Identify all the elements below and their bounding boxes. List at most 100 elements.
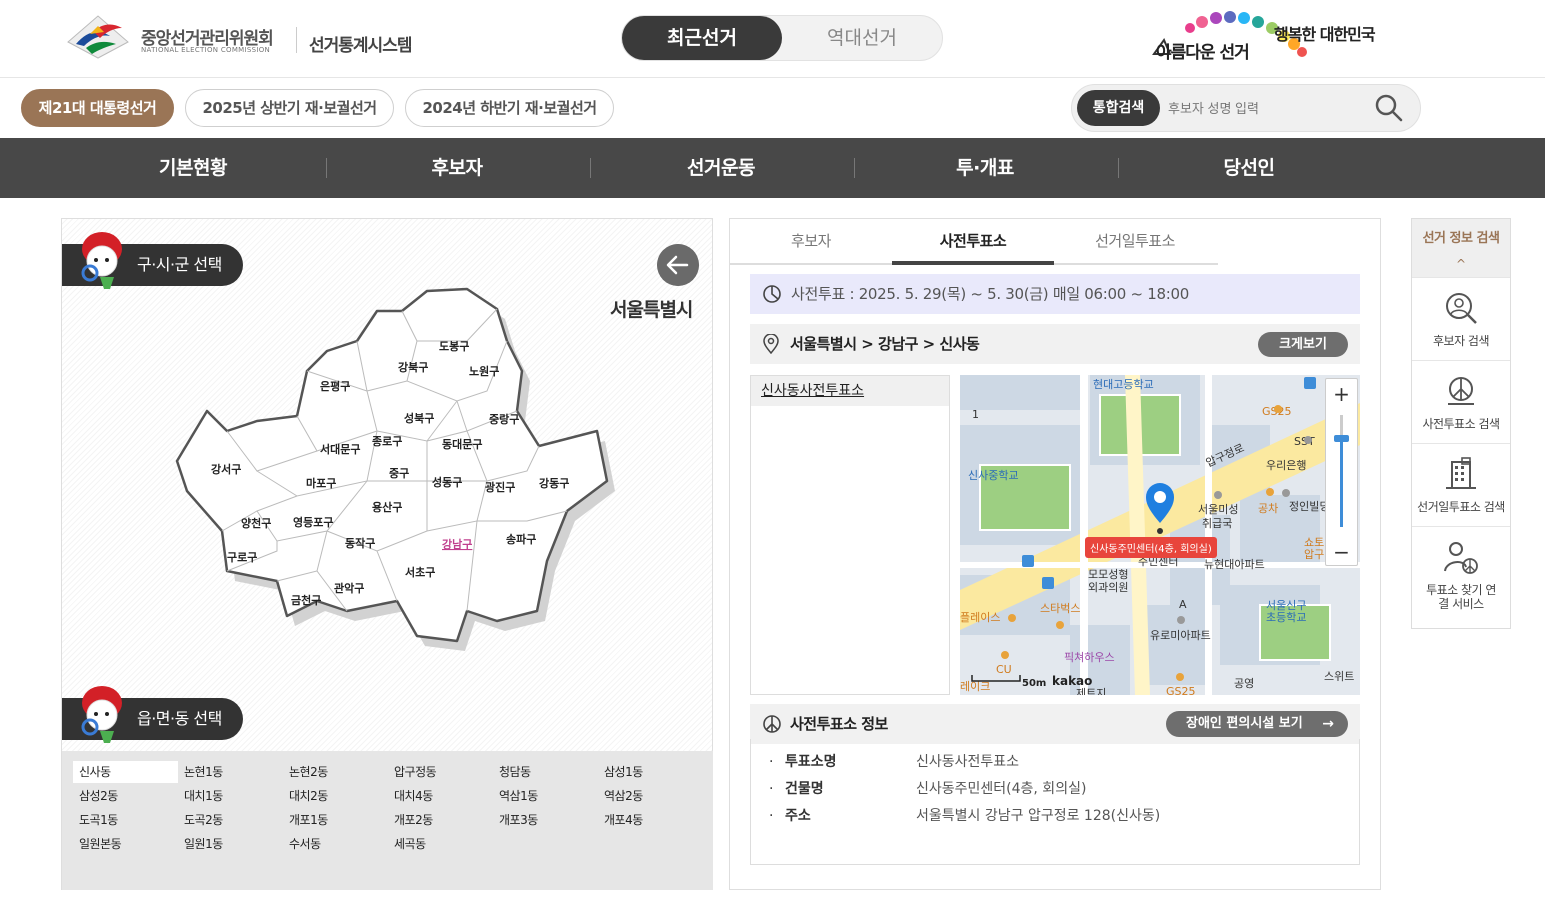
nav-candidates[interactable]: 후보자 [325,138,589,198]
district-gangdong[interactable]: 강동구 [539,476,569,490]
district-yongsan[interactable]: 용산구 [372,500,402,514]
dong-item[interactable]: 개포4동 [598,809,703,831]
polling-station-item[interactable]: 신사동사전투표소 [751,376,949,406]
map-zoom-control: + − [1325,378,1358,566]
district-jung[interactable]: 중구 [389,467,409,480]
tab-candidates[interactable]: 후보자 [730,219,892,263]
district-gangseo[interactable]: 강서구 [211,462,241,476]
district-songpa[interactable]: 송파구 [506,532,536,546]
dong-item[interactable]: 대치1동 [178,785,283,807]
zoom-slider-handle[interactable] [1334,435,1349,442]
dong-item[interactable]: 논현1동 [178,761,283,783]
district-yangcheon[interactable]: 양천구 [241,516,271,530]
district-yeongdeungpo[interactable]: 영등포구 [293,516,333,529]
accessibility-button[interactable]: 장애인 편의시설 보기 → [1166,711,1348,737]
dong-item[interactable]: 수서동 [283,833,388,855]
district-jongno[interactable]: 종로구 [372,435,402,448]
dong-item[interactable]: 개포1동 [283,809,388,831]
chevron-up-icon[interactable]: ^ [1412,257,1510,271]
search-icon[interactable] [1372,91,1406,125]
quick-menu-header[interactable]: 선거 정보 검색 ^ [1412,219,1510,277]
dong-item[interactable]: 역삼1동 [493,785,598,807]
dong-item[interactable]: 개포3동 [493,809,598,831]
era-recent-tab[interactable]: 최근선거 [622,16,782,60]
district-dongdaemun[interactable]: 동대문구 [442,437,482,451]
district-jungnang[interactable]: 중랑구 [489,413,519,426]
map-label: 스타벅스 [1040,602,1080,615]
tab-election-day[interactable]: 선거일투표소 [1054,219,1216,263]
map-label: 현대고등학교 [1093,378,1154,391]
facility-row: · 투표소명 신사동사전투표소 [751,749,1359,775]
election-tab-2025-by[interactable]: 2025년 상반기 재·보궐선거 [185,89,394,127]
district-seongbuk[interactable]: 성북구 [404,411,434,425]
main-nav: 기본현황 후보자 선거운동 투·개표 당선인 [0,138,1545,198]
era-past-tab[interactable]: 역대선거 [782,16,942,60]
dong-item[interactable]: 논현2동 [283,761,388,783]
dong-item[interactable]: 일원본동 [73,833,178,855]
quick-candidate-search[interactable]: 후보자 검색 [1412,277,1510,361]
dong-item[interactable]: 도곡1동 [73,809,178,831]
kakao-logo[interactable]: kakao [1052,674,1092,688]
quick-election-day-station-search[interactable]: 선거일투표소 검색 [1412,443,1510,527]
district-mapo[interactable]: 마포구 [306,476,336,490]
district-guro[interactable]: 구로구 [227,551,257,564]
dong-item[interactable]: 역삼2동 [598,785,703,807]
map-canvas[interactable]: 현대고등학교 GS25 SST 압구정로 우리은행 신사중학교 서울미성 취급국… [960,375,1360,695]
nav-basic-status[interactable]: 기본현황 [61,138,325,198]
person-search-icon [1446,293,1477,324]
dong-item[interactable]: 압구정동 [388,761,493,783]
dong-item[interactable]: 대치2동 [283,785,388,807]
district-nowon[interactable]: 노원구 [469,364,499,378]
dong-item[interactable]: 대치4동 [388,785,493,807]
district-gangbuk[interactable]: 강북구 [398,360,428,374]
district-dongjak[interactable]: 동작구 [345,536,375,550]
mascot-icon [81,686,122,743]
search-label[interactable]: 통합검색 [1077,90,1160,126]
quick-menu-label: 투표소 찾기 연결 서비스 [1426,583,1496,611]
dong-item[interactable]: 도곡2동 [178,809,283,831]
district-seocho[interactable]: 서초구 [405,565,435,579]
district-eunpyeong[interactable]: 은평구 [320,379,350,393]
map-label: 유로미아파트 [1150,629,1211,642]
back-arrow-icon[interactable] [657,244,699,286]
nec-logo-icon[interactable] [64,14,132,60]
quick-early-station-search[interactable]: 사전투표소 검색 [1412,360,1510,444]
map-label: 서울미성 [1198,503,1238,516]
enlarge-map-button[interactable]: 크게보기 [1258,332,1348,357]
dong-item[interactable]: 개포2동 [388,809,493,831]
dong-item[interactable]: 삼성1동 [598,761,703,783]
district-geumcheon[interactable]: 금천구 [291,593,321,607]
integrated-search: 통합검색 [1071,84,1421,132]
map-label: 플레이스 [960,611,1000,624]
nav-campaign[interactable]: 선거운동 [589,138,853,198]
candidate-search-input[interactable] [1168,92,1368,124]
facility-title: 사전투표소 정보 [790,715,888,733]
district-seodaemun[interactable]: 서대문구 [320,442,360,456]
nav-voting-counting[interactable]: 투·개표 [853,138,1117,198]
district-dobong[interactable]: 도봉구 [439,340,469,353]
zoom-out-button[interactable]: − [1326,537,1357,567]
zoom-in-button[interactable]: + [1326,379,1357,409]
dong-item[interactable]: 삼성2동 [73,785,178,807]
kakao-map[interactable]: 현대고등학교 GS25 SST 압구정로 우리은행 신사중학교 서울미성 취급국… [960,375,1360,695]
dong-item[interactable]: 일원1동 [178,833,283,855]
district-gwanak[interactable]: 관악구 [334,581,364,595]
dong-item[interactable]: 청담동 [493,761,598,783]
system-name[interactable]: 선거통계시스템 [309,31,412,56]
district-gangnam-selected[interactable]: 강남구 [442,537,472,551]
election-tab-presidential[interactable]: 제21대 대통령선거 [21,89,174,127]
election-tab-2024-by[interactable]: 2024년 하반기 재·보궐선거 [405,89,614,127]
dong-item[interactable]: 세곡동 [388,833,493,855]
district-gwangjin[interactable]: 광진구 [485,480,515,494]
dong-item-selected[interactable]: 신사동 [73,761,178,783]
slogan-line-2: 행복한 대한민국 [1274,25,1376,44]
region-select-panel: 구·시·군 선택 서울특별시 도봉구 강북구 노원구 은평구 성북구 중랑구 종… [61,218,713,890]
tab-early-voting[interactable]: 사전투표소 [892,219,1054,265]
map-label: 우리은행 [1266,459,1306,472]
facility-info: · 투표소명 신사동사전투표소 · 건물명 신사동주민센터(4층, 회의실) ·… [750,739,1360,865]
district-seongdong[interactable]: 성동구 [432,475,462,489]
quick-polling-finder-service[interactable]: 투표소 찾기 연결 서비스 [1412,526,1510,629]
nav-winners[interactable]: 당선인 [1117,138,1381,198]
polling-place-marker-label[interactable]: 신사동주민센터(4층, 회의실) [1085,537,1217,558]
map-label: 1 [972,408,979,421]
